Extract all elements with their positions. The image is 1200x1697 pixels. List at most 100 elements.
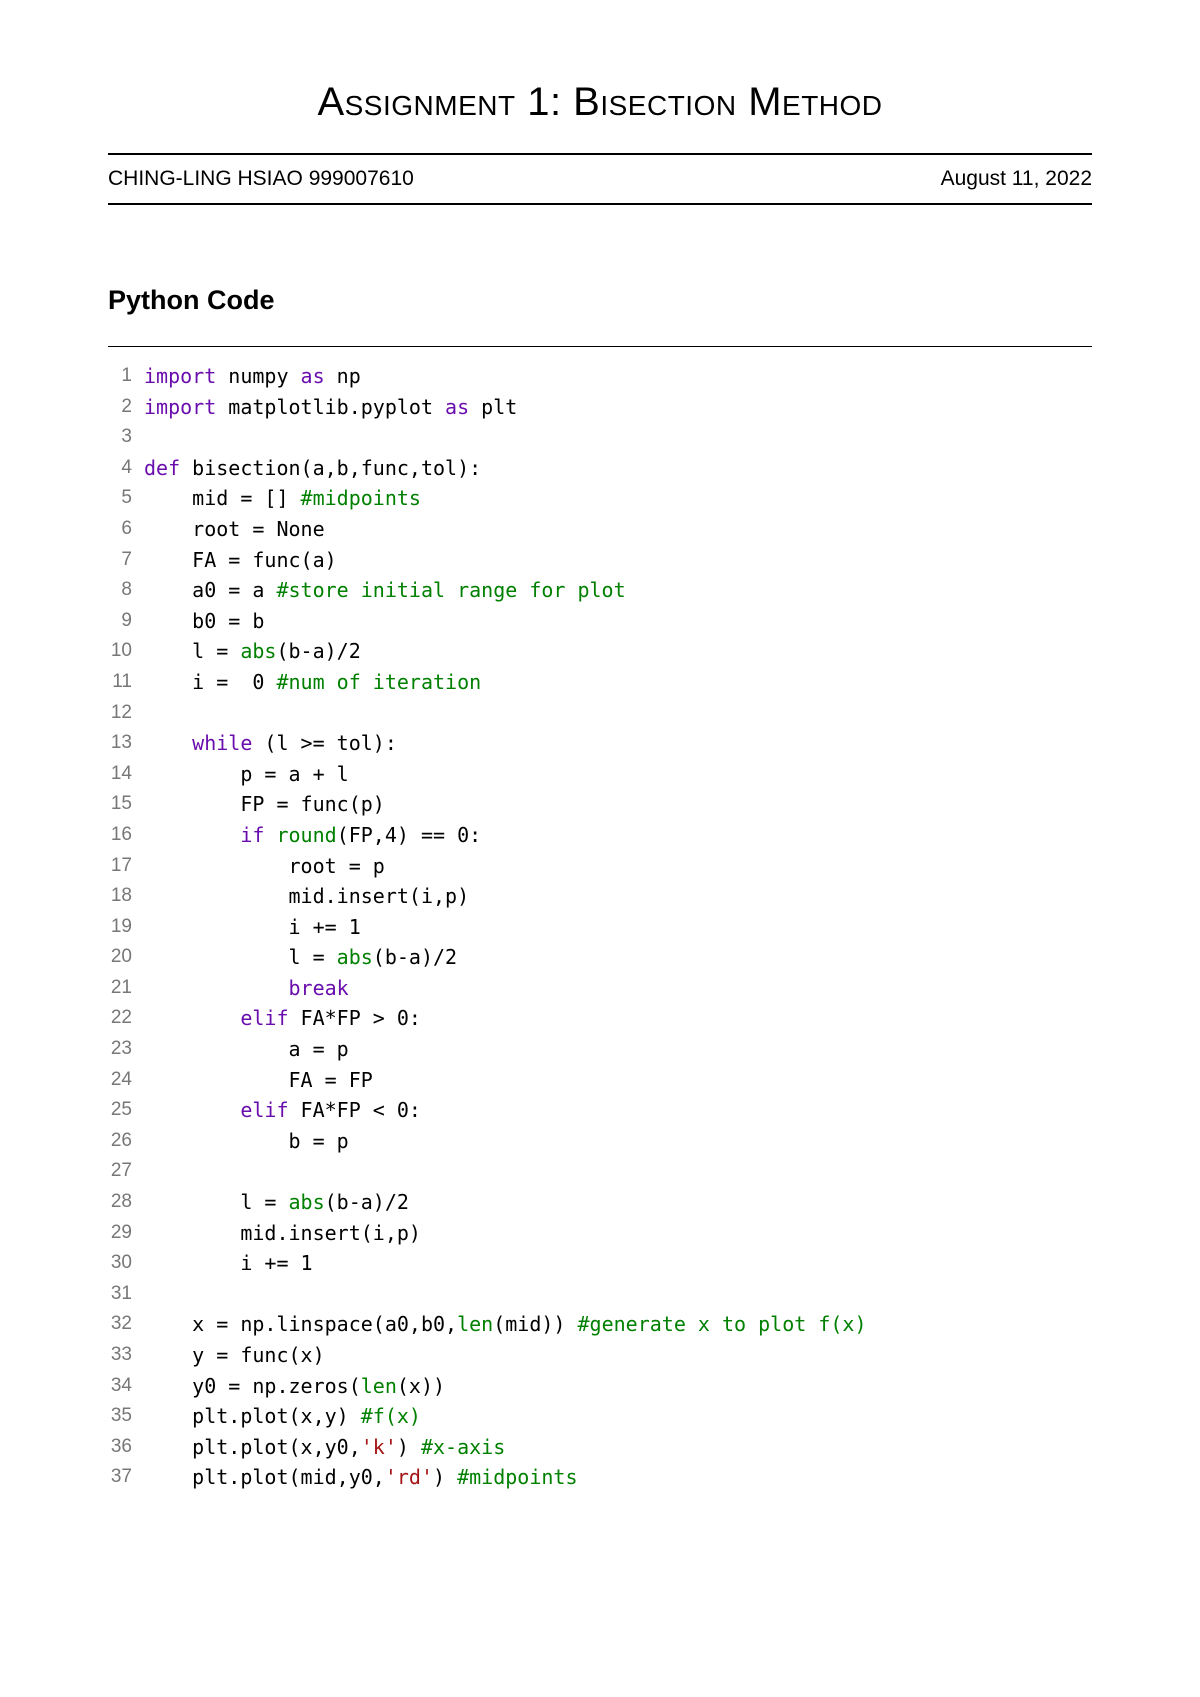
- line-number: 4: [108, 453, 144, 484]
- code-line: 19 i += 1: [108, 912, 1092, 943]
- code-block: 1import numpy as np2import matplotlib.py…: [108, 361, 1092, 1493]
- code-content: b0 = b: [144, 606, 1092, 637]
- code-content: plt.plot(x,y) #f(x): [144, 1401, 1092, 1432]
- code-content: def bisection(a,b,func,tol):: [144, 453, 1092, 484]
- code-content: a0 = a #store initial range for plot: [144, 575, 1092, 606]
- code-content: import numpy as np: [144, 361, 1092, 392]
- code-content: mid.insert(i,p): [144, 881, 1092, 912]
- line-number: 12: [108, 698, 144, 729]
- line-number: 27: [108, 1156, 144, 1187]
- line-number: 16: [108, 820, 144, 851]
- line-number: 9: [108, 606, 144, 637]
- code-content: p = a + l: [144, 759, 1092, 790]
- code-content: mid = [] #midpoints: [144, 483, 1092, 514]
- code-content: l = abs(b-a)/2: [144, 942, 1092, 973]
- line-number: 32: [108, 1309, 144, 1340]
- line-number: 10: [108, 636, 144, 667]
- code-line: 33 y = func(x): [108, 1340, 1092, 1371]
- line-number: 22: [108, 1003, 144, 1034]
- code-line: 18 mid.insert(i,p): [108, 881, 1092, 912]
- line-number: 26: [108, 1126, 144, 1157]
- code-content: i += 1: [144, 1248, 1092, 1279]
- line-number: 19: [108, 912, 144, 943]
- line-number: 36: [108, 1432, 144, 1463]
- line-number: 37: [108, 1462, 144, 1493]
- code-line: 2import matplotlib.pyplot as plt: [108, 392, 1092, 423]
- code-content: y = func(x): [144, 1340, 1092, 1371]
- code-line: 9 b0 = b: [108, 606, 1092, 637]
- code-content: FA = func(a): [144, 545, 1092, 576]
- code-content: plt.plot(x,y0,'k') #x-axis: [144, 1432, 1092, 1463]
- line-number: 8: [108, 575, 144, 606]
- code-content: root = None: [144, 514, 1092, 545]
- code-line: 15 FP = func(p): [108, 789, 1092, 820]
- line-number: 24: [108, 1065, 144, 1096]
- line-number: 29: [108, 1218, 144, 1249]
- code-content: y0 = np.zeros(len(x)): [144, 1371, 1092, 1402]
- code-content: if round(FP,4) == 0:: [144, 820, 1092, 851]
- code-line: 37 plt.plot(mid,y0,'rd') #midpoints: [108, 1462, 1092, 1493]
- line-number: 34: [108, 1371, 144, 1402]
- divider-code-top: [108, 346, 1092, 347]
- line-number: 14: [108, 759, 144, 790]
- line-number: 5: [108, 483, 144, 514]
- line-number: 25: [108, 1095, 144, 1126]
- code-content: x = np.linspace(a0,b0,len(mid)) #generat…: [144, 1309, 1092, 1340]
- code-line: 29 mid.insert(i,p): [108, 1218, 1092, 1249]
- code-line: 6 root = None: [108, 514, 1092, 545]
- code-line: 13 while (l >= tol):: [108, 728, 1092, 759]
- line-number: 23: [108, 1034, 144, 1065]
- code-line: 23 a = p: [108, 1034, 1092, 1065]
- date-text: August 11, 2022: [941, 167, 1092, 191]
- code-line: 27: [108, 1156, 1092, 1187]
- line-number: 33: [108, 1340, 144, 1371]
- line-number: 13: [108, 728, 144, 759]
- code-line: 4def bisection(a,b,func,tol):: [108, 453, 1092, 484]
- code-line: 25 elif FA*FP < 0:: [108, 1095, 1092, 1126]
- divider-below-header: [108, 203, 1092, 205]
- code-content: [144, 1156, 1092, 1187]
- code-content: plt.plot(mid,y0,'rd') #midpoints: [144, 1462, 1092, 1493]
- line-number: 3: [108, 422, 144, 453]
- code-content: FP = func(p): [144, 789, 1092, 820]
- code-content: mid.insert(i,p): [144, 1218, 1092, 1249]
- line-number: 17: [108, 851, 144, 882]
- line-number: 28: [108, 1187, 144, 1218]
- section-heading: Python Code: [108, 285, 1092, 316]
- code-line: 22 elif FA*FP > 0:: [108, 1003, 1092, 1034]
- code-content: a = p: [144, 1034, 1092, 1065]
- line-number: 11: [108, 667, 144, 698]
- code-content: elif FA*FP < 0:: [144, 1095, 1092, 1126]
- code-line: 31: [108, 1279, 1092, 1310]
- code-content: [144, 422, 1092, 453]
- code-line: 16 if round(FP,4) == 0:: [108, 820, 1092, 851]
- code-content: l = abs(b-a)/2: [144, 1187, 1092, 1218]
- line-number: 20: [108, 942, 144, 973]
- code-content: root = p: [144, 851, 1092, 882]
- code-content: FA = FP: [144, 1065, 1092, 1096]
- line-number: 35: [108, 1401, 144, 1432]
- code-content: break: [144, 973, 1092, 1004]
- code-line: 20 l = abs(b-a)/2: [108, 942, 1092, 973]
- code-content: [144, 698, 1092, 729]
- code-line: 1import numpy as np: [108, 361, 1092, 392]
- code-content: l = abs(b-a)/2: [144, 636, 1092, 667]
- line-number: 1: [108, 361, 144, 392]
- header-row: CHING-LING HSIAO 999007610 August 11, 20…: [108, 155, 1092, 203]
- code-line: 8 a0 = a #store initial range for plot: [108, 575, 1092, 606]
- code-line: 3: [108, 422, 1092, 453]
- code-line: 24 FA = FP: [108, 1065, 1092, 1096]
- code-content: [144, 1279, 1092, 1310]
- code-line: 30 i += 1: [108, 1248, 1092, 1279]
- code-content: b = p: [144, 1126, 1092, 1157]
- code-line: 35 plt.plot(x,y) #f(x): [108, 1401, 1092, 1432]
- line-number: 30: [108, 1248, 144, 1279]
- code-line: 17 root = p: [108, 851, 1092, 882]
- page-title: Assignment 1: Bisection Method: [108, 80, 1092, 125]
- code-line: 12: [108, 698, 1092, 729]
- code-line: 5 mid = [] #midpoints: [108, 483, 1092, 514]
- code-line: 34 y0 = np.zeros(len(x)): [108, 1371, 1092, 1402]
- line-number: 6: [108, 514, 144, 545]
- line-number: 7: [108, 545, 144, 576]
- code-line: 36 plt.plot(x,y0,'k') #x-axis: [108, 1432, 1092, 1463]
